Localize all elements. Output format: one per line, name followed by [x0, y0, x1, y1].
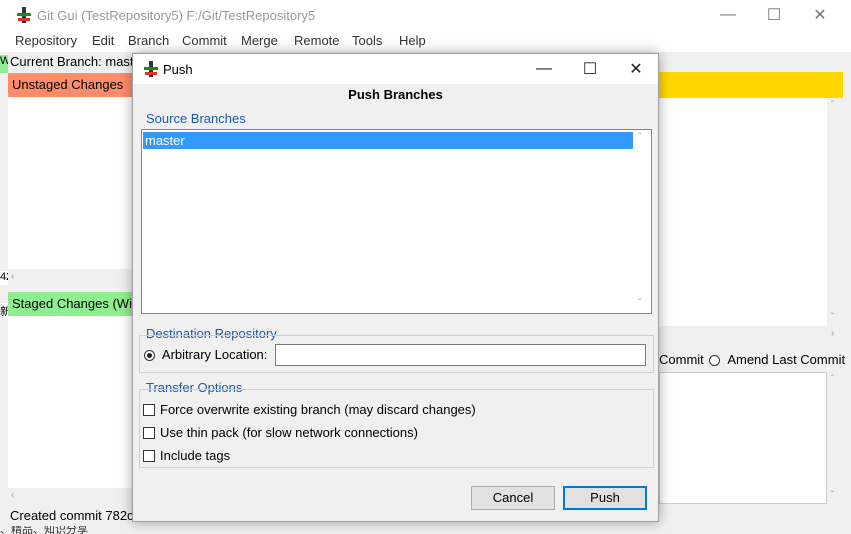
background-fragment: 42: [0, 271, 8, 285]
scroll-right-icon[interactable]: ›: [831, 328, 834, 339]
include-tags-option[interactable]: Include tags: [143, 447, 230, 465]
dialog-heading: Push Branches: [348, 87, 443, 102]
include-tags-checkbox[interactable]: [143, 450, 155, 462]
arbitrary-location-option[interactable]: Arbitrary Location:: [142, 347, 267, 362]
thin-pack-label: Use thin pack (for slow network connecti…: [160, 425, 418, 440]
thin-pack-option[interactable]: Use thin pack (for slow network connecti…: [143, 424, 418, 442]
staged-files-list[interactable]: [8, 316, 134, 488]
background-fragment: 、精品、知识分享: [0, 526, 88, 534]
scroll-up-icon[interactable]: ˆ: [831, 100, 834, 111]
minimize-icon: —: [720, 6, 736, 23]
dialog-titlebar: Push — ☐ ✕: [133, 54, 658, 84]
source-branches-label: Source Branches: [146, 111, 246, 126]
maximize-button[interactable]: ☐: [751, 0, 797, 30]
menu-tools[interactable]: Tools: [352, 33, 382, 48]
commit-message-textarea[interactable]: [659, 372, 827, 504]
scroll-down-icon[interactable]: ˇ: [831, 312, 834, 323]
force-overwrite-option[interactable]: Force overwrite existing branch (may dis…: [143, 401, 476, 419]
cancel-button[interactable]: Cancel: [471, 486, 555, 510]
force-overwrite-checkbox[interactable]: [143, 404, 155, 416]
new-commit-radio-label[interactable]: Commit: [659, 352, 704, 367]
main-titlebar: Git Gui (TestRepository5) F:/Git/TestRep…: [0, 0, 851, 30]
background-fragment: W: [0, 55, 8, 73]
close-window-button[interactable]: ✕: [797, 0, 843, 30]
diff-horizontal-scrollbar[interactable]: ›: [659, 326, 843, 342]
push-button[interactable]: Push: [563, 486, 647, 510]
dialog-minimize-button[interactable]: —: [521, 54, 567, 84]
scroll-down-icon[interactable]: ˇ: [831, 490, 834, 501]
scroll-left-icon[interactable]: ‹: [11, 271, 14, 282]
force-overwrite-label: Force overwrite existing branch (may dis…: [160, 402, 476, 417]
minimize-icon: —: [536, 60, 552, 77]
maximize-icon: ☐: [766, 7, 782, 24]
thin-pack-checkbox[interactable]: [143, 427, 155, 439]
minimize-button[interactable]: —: [705, 0, 751, 30]
unstaged-files-list[interactable]: [8, 97, 134, 269]
close-icon: ✕: [813, 7, 827, 24]
menu-remote[interactable]: Remote: [294, 33, 340, 48]
current-branch-label: Current Branch: master: [8, 52, 136, 72]
maximize-icon: ☐: [582, 61, 598, 78]
scroll-up-icon[interactable]: ˆ: [638, 132, 641, 143]
commit-vertical-scrollbar[interactable]: ˆ ˇ: [827, 372, 843, 504]
menu-commit[interactable]: Commit: [182, 33, 227, 48]
main-window-title: Git Gui (TestRepository5) F:/Git/TestRep…: [37, 8, 316, 23]
amend-radio-label[interactable]: Amend Last Commit: [727, 352, 845, 367]
unstaged-horizontal-scrollbar[interactable]: ‹: [8, 269, 134, 285]
push-dialog: Push — ☐ ✕ Push Branches Source Branches…: [132, 53, 659, 522]
menu-branch[interactable]: Branch: [128, 33, 169, 48]
scroll-up-icon[interactable]: ˆ: [831, 374, 834, 385]
dialog-close-button[interactable]: ✕: [613, 54, 659, 84]
menu-repository[interactable]: Repository: [15, 33, 77, 48]
scroll-down-icon[interactable]: ˇ: [638, 298, 641, 309]
source-branches-list[interactable]: master ˆ ˇ: [141, 129, 652, 314]
diff-header-bar: [659, 72, 843, 98]
dialog-title: Push: [163, 62, 193, 77]
diff-view[interactable]: [659, 98, 827, 326]
branch-list-scrollbar[interactable]: ˆ ˇ: [634, 130, 651, 313]
close-icon: ✕: [629, 61, 643, 78]
branch-list-item[interactable]: master: [143, 132, 633, 149]
arbitrary-location-label: Arbitrary Location:: [161, 347, 268, 362]
arbitrary-location-input[interactable]: [275, 344, 646, 366]
git-gui-app-icon: [144, 61, 158, 77]
include-tags-label: Include tags: [160, 448, 231, 463]
staged-changes-header: Staged Changes (Will Commit): [8, 292, 138, 316]
menu-edit[interactable]: Edit: [92, 33, 114, 48]
background-fragment: 新: [0, 303, 8, 319]
commit-options: Commit Amend Last Commit: [659, 350, 851, 370]
menu-merge[interactable]: Merge: [241, 33, 278, 48]
dialog-maximize-button[interactable]: ☐: [567, 54, 613, 84]
staged-horizontal-scrollbar[interactable]: ‹: [8, 488, 134, 504]
menu-help[interactable]: Help: [399, 33, 426, 48]
git-gui-app-icon: [17, 7, 31, 23]
amend-radio[interactable]: [709, 355, 721, 366]
scroll-left-icon[interactable]: ‹: [11, 490, 14, 501]
diff-vertical-scrollbar[interactable]: ˆ ˇ: [827, 98, 843, 326]
arbitrary-location-radio[interactable]: [144, 350, 155, 361]
unstaged-changes-header: Unstaged Changes: [8, 73, 138, 97]
menubar: Repository Edit Branch Commit Merge Remo…: [0, 30, 851, 52]
